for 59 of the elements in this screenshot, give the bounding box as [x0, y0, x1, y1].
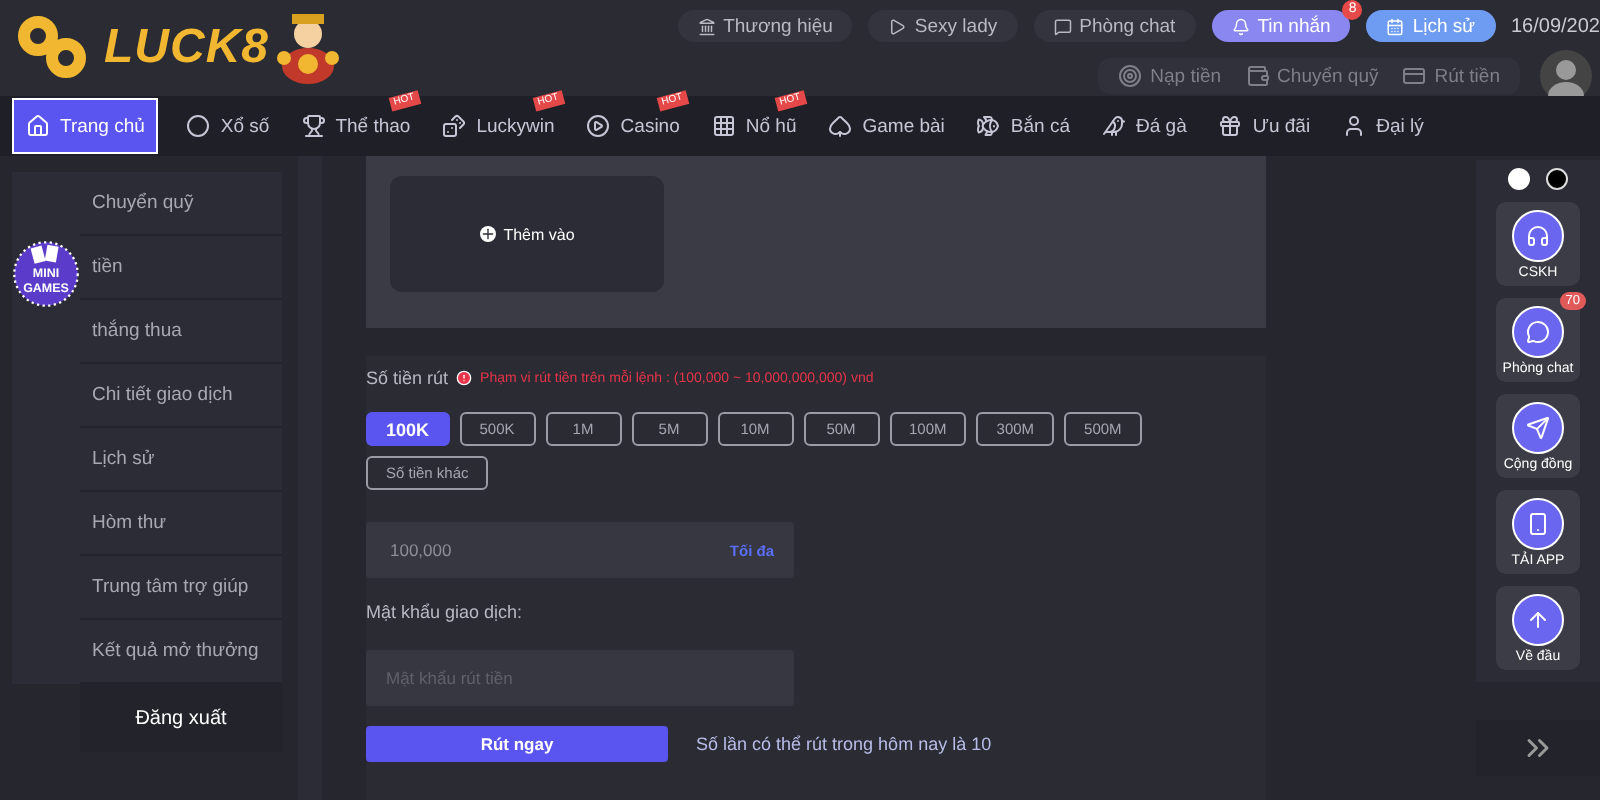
bank-icon — [697, 17, 716, 35]
chat-icon — [1526, 319, 1550, 343]
nav-tab[interactable]: Xổ số — [174, 98, 282, 154]
nav-tab[interactable]: Đại lý — [1330, 98, 1436, 154]
sidebar-item[interactable]: Trung tâm trợ giúp — [80, 556, 282, 620]
chat-icon — [1053, 17, 1072, 35]
nav-tab[interactable]: Trang chủ — [12, 98, 159, 154]
sidebar-item[interactable]: Chi tiết giao dịch — [80, 364, 282, 428]
send-icon — [1526, 415, 1550, 439]
play-icon — [888, 17, 907, 35]
alert-icon — [456, 370, 473, 386]
theme-dot[interactable] — [1508, 168, 1530, 190]
top-link[interactable]: Phòng chat — [1033, 10, 1196, 42]
top-link[interactable]: Tin nhắn — [1211, 10, 1351, 42]
nav-tab[interactable]: Đá gà — [1090, 98, 1199, 154]
sidebar-item[interactable]: Hòm thư — [80, 492, 282, 556]
sidebar-item[interactable]: Kết quả mở thưởng — [80, 620, 282, 684]
withdraw-note: Số lần có thể rút trong hôm nay là 10 — [696, 734, 992, 754]
calendar-icon — [1386, 17, 1405, 35]
nav-tab[interactable]: Ưu đãi — [1206, 98, 1323, 154]
circle-icon — [186, 114, 211, 138]
nav-tab[interactable]: Game bài — [816, 98, 957, 154]
top-link[interactable]: Thương hiệu — [677, 10, 853, 42]
date-text: 16/09/202 — [1511, 15, 1600, 37]
wallet-action[interactable]: Chuyển quỹ — [1237, 64, 1387, 88]
target-icon — [1118, 64, 1143, 88]
top-link[interactable]: Sexy lady — [868, 10, 1018, 42]
plus-icon — [479, 226, 496, 242]
headset-icon — [1526, 223, 1550, 247]
grid-icon — [711, 114, 736, 138]
bird-icon — [1102, 114, 1126, 138]
home-icon — [26, 114, 50, 138]
sidebar-item[interactable]: tiền — [80, 236, 282, 300]
amount-label: Số tiền rút — [366, 368, 449, 388]
logo-text: LUCK8 — [104, 20, 270, 76]
trophy-icon — [301, 114, 326, 138]
dice-icon — [442, 114, 467, 138]
fish-icon — [976, 114, 1001, 138]
spade-icon — [828, 114, 853, 138]
gift-icon — [1218, 114, 1243, 138]
sidebar-item[interactable]: Chuyển quỹ — [80, 172, 282, 236]
arrow-up-icon — [1526, 607, 1550, 631]
user-icon — [1342, 114, 1367, 138]
phone-icon — [1526, 511, 1550, 535]
sidebar-item[interactable]: Lịch sử — [80, 428, 282, 492]
card-icon — [1402, 64, 1427, 88]
amount-chip[interactable]: 100K — [366, 412, 450, 446]
sidebar-item[interactable]: thắng thua — [80, 300, 282, 364]
wallet-action[interactable]: Rút tiền — [1394, 64, 1508, 88]
wallet-action[interactable]: Nạp tiền — [1110, 64, 1230, 88]
withdraw-button[interactable]: Rút ngay — [366, 726, 668, 762]
theme-dot[interactable] — [1546, 168, 1568, 190]
bell-icon — [1231, 17, 1250, 35]
mascot-icon — [273, 10, 342, 86]
play-icon — [586, 114, 611, 138]
nav-tab[interactable]: Bắn cá — [964, 98, 1082, 154]
add-button[interactable]: Thêm vào — [390, 176, 664, 292]
wallet-icon — [1245, 64, 1270, 88]
password-label: Mật khẩu giao dịch: — [366, 602, 523, 622]
